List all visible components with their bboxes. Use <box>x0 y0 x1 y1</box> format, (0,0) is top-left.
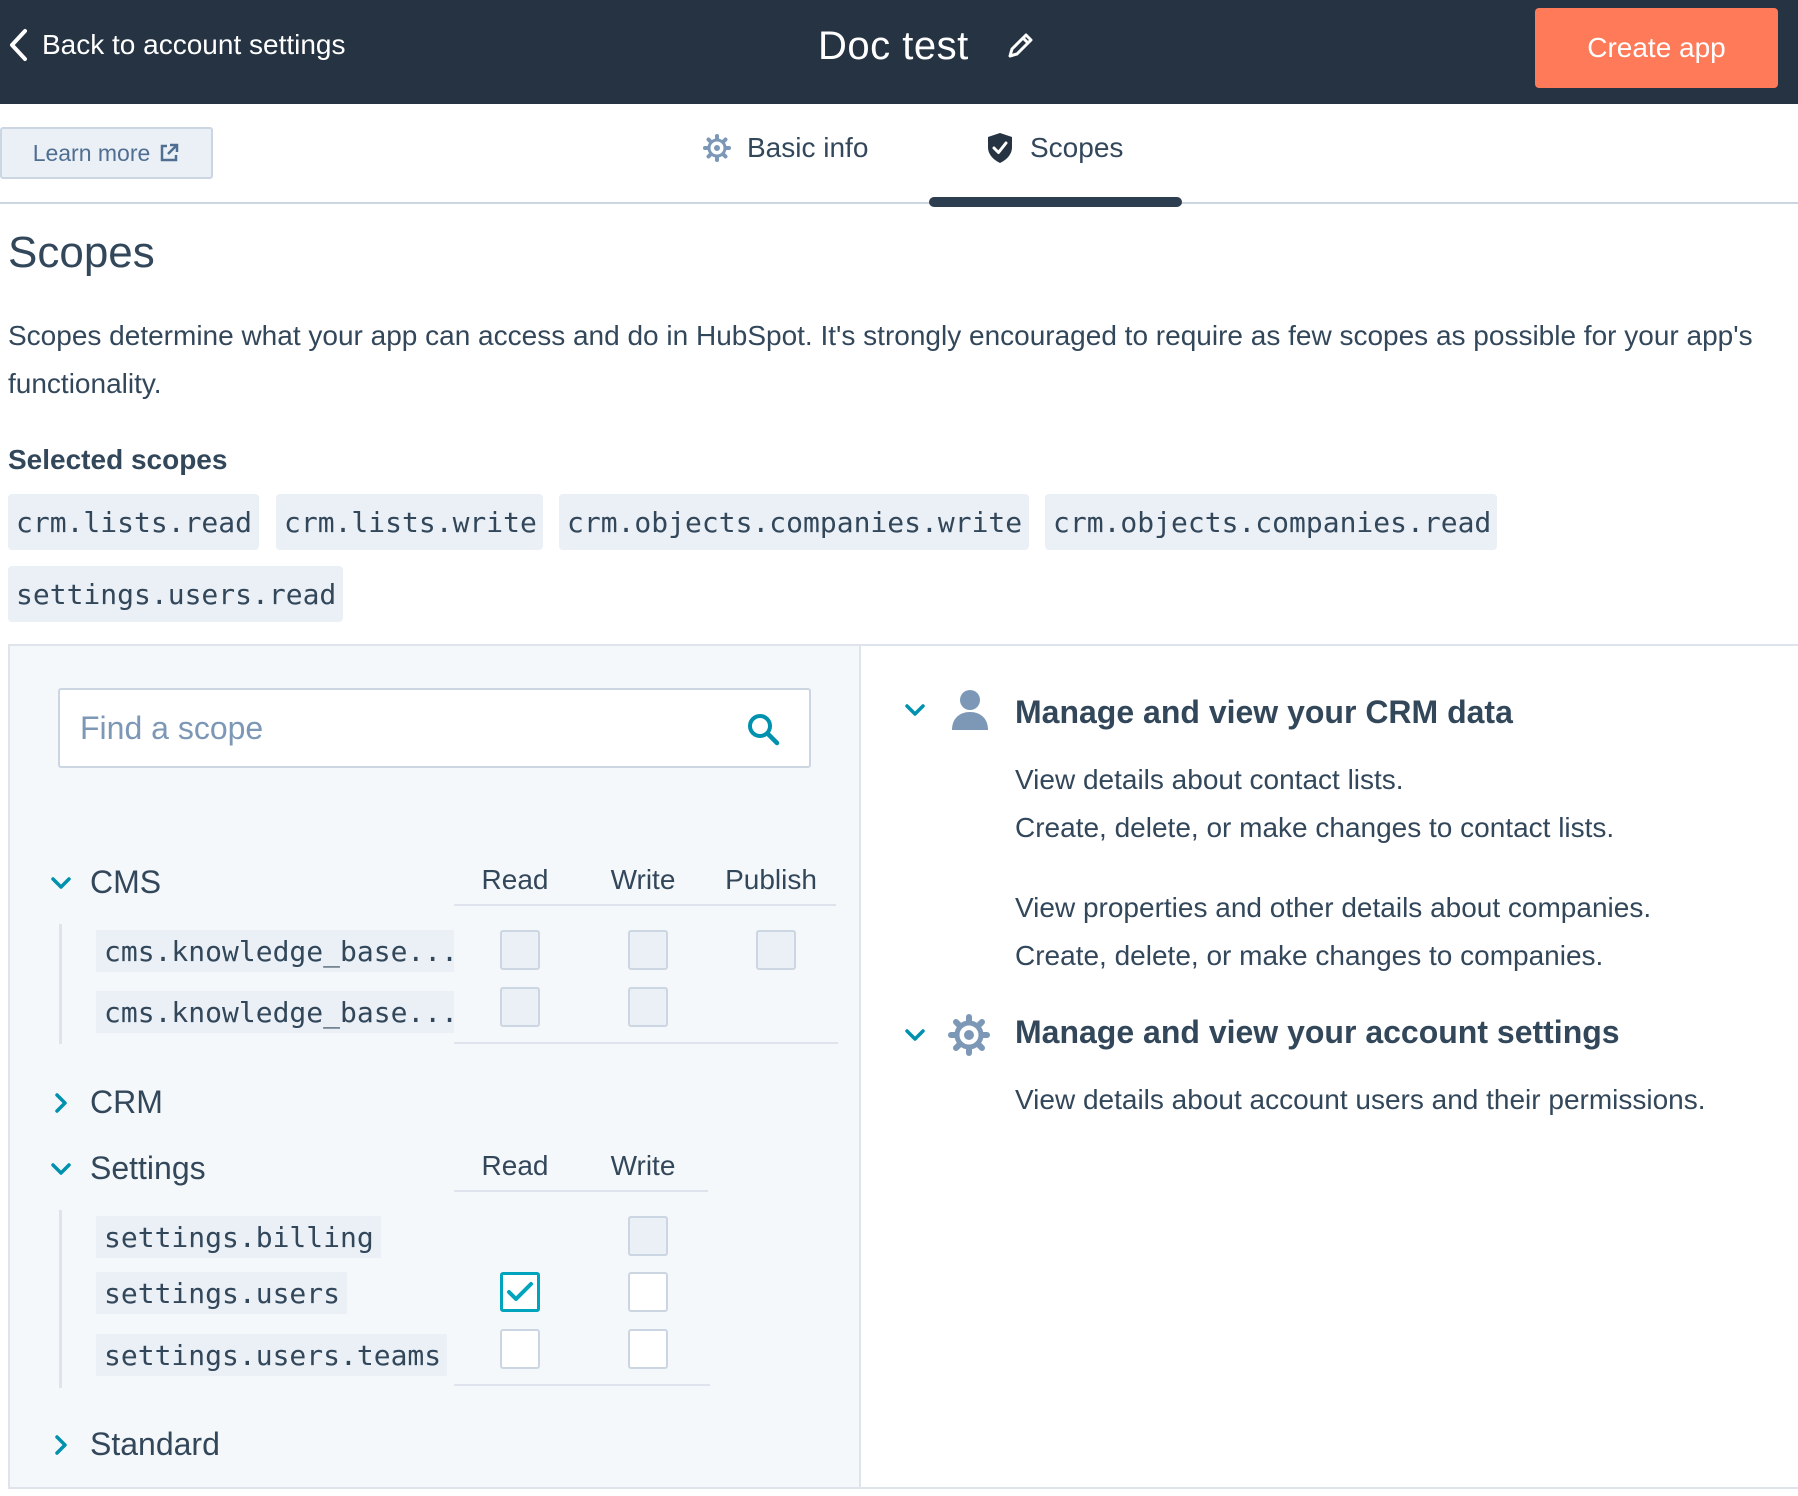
column-header-read: Read <box>481 1150 549 1181</box>
permission-description: Create, delete, or make changes to compa… <box>1015 940 1604 971</box>
learn-more-button[interactable]: Learn more <box>0 127 213 179</box>
chevron-down-icon[interactable] <box>904 1028 926 1042</box>
scope-checkbox-write[interactable] <box>628 987 668 1027</box>
section-bottom-rule <box>454 1384 710 1386</box>
column-header-write: Write <box>610 864 676 895</box>
external-link-icon <box>161 143 179 162</box>
active-tab-indicator <box>929 197 1182 207</box>
section-label: Settings <box>90 1150 206 1186</box>
scope-name: settings.billing <box>96 1216 381 1258</box>
permission-title-crm: Manage and view your CRM data <box>1015 694 1513 730</box>
panel-divider <box>861 644 1798 646</box>
section-toggle-cms[interactable]: CMS <box>50 864 161 901</box>
section-toggle-standard[interactable]: Standard <box>50 1426 220 1463</box>
scope-checkbox-write[interactable] <box>628 1329 668 1369</box>
section-label: CRM <box>90 1084 163 1120</box>
create-app-button[interactable]: Create app <box>1535 8 1778 88</box>
selected-scope-chip: crm.objects.companies.read <box>1045 494 1497 550</box>
scope-name: settings.users.teams <box>96 1334 447 1376</box>
scope-checkbox-read[interactable] <box>500 1329 540 1369</box>
search-icon[interactable] <box>746 712 782 748</box>
tab-basic-info-label: Basic info <box>747 132 869 163</box>
selected-scopes-label: Selected scopes <box>8 444 228 475</box>
column-header-write: Write <box>610 1150 676 1181</box>
learn-more-label: Learn more <box>32 139 151 166</box>
selected-scope-chip: settings.users.read <box>8 566 343 622</box>
top-bar: Back to account settings Doc test Create… <box>0 0 1798 104</box>
gear-icon <box>948 1014 990 1056</box>
scope-checkbox-read[interactable] <box>500 930 540 970</box>
panel-bottom-rule <box>8 1487 1798 1489</box>
scope-checkbox-write[interactable] <box>628 1272 668 1312</box>
column-header-publish: Publish <box>725 864 817 895</box>
scope-checkbox-write[interactable] <box>628 1216 668 1256</box>
scope-name: cms.knowledge_base.... <box>96 930 454 972</box>
scope-search-box <box>58 688 811 768</box>
scope-name: cms.knowledge_base.... <box>96 991 454 1033</box>
tab-basic-info[interactable]: Basic info <box>703 132 868 164</box>
chevron-down-icon <box>51 1162 71 1175</box>
scope-name: settings.users <box>96 1272 347 1314</box>
section-bottom-rule <box>454 1042 838 1044</box>
section-toggle-crm[interactable]: CRM <box>50 1084 163 1121</box>
scope-checkbox-read-checked[interactable] <box>500 1272 540 1312</box>
page-title: Scopes <box>8 228 155 277</box>
tab-scopes[interactable]: Scopes <box>986 132 1123 164</box>
permission-description: Create, delete, or make changes to conta… <box>1015 812 1615 843</box>
shield-icon <box>988 133 1012 163</box>
chevron-down-icon[interactable] <box>904 703 926 717</box>
tab-scopes-label: Scopes <box>1030 132 1124 163</box>
section-toggle-settings[interactable]: Settings <box>50 1150 206 1187</box>
selected-scope-chip: crm.lists.read <box>8 494 259 550</box>
chevron-right-icon <box>55 1434 67 1455</box>
checkmark-icon <box>507 1282 533 1301</box>
scope-checkbox-publish[interactable] <box>756 930 796 970</box>
permission-description: View properties and other details about … <box>1015 892 1652 923</box>
section-label: Standard <box>90 1426 220 1462</box>
scope-checkbox-read[interactable] <box>500 987 540 1027</box>
pencil-icon[interactable] <box>1006 30 1036 65</box>
chevron-down-icon <box>51 876 71 889</box>
column-header-rule <box>454 904 836 906</box>
app-title: Doc test <box>818 24 969 68</box>
scope-checkbox-write[interactable] <box>628 930 668 970</box>
user-icon <box>952 690 988 730</box>
back-to-account-settings-link[interactable]: Back to account settings <box>8 28 346 62</box>
scope-search-input[interactable] <box>80 690 740 766</box>
section-guide-line <box>59 924 62 1044</box>
back-link-label: Back to account settings <box>42 29 346 60</box>
permission-group-account[interactable] <box>904 1014 990 1056</box>
section-guide-line <box>59 1210 62 1388</box>
permission-group-crm[interactable] <box>904 688 990 732</box>
selected-scope-chip: crm.objects.companies.write <box>559 494 1029 550</box>
column-header-rule <box>454 1190 708 1192</box>
tab-divider <box>0 202 1798 204</box>
column-header-read: Read <box>481 864 549 895</box>
gear-icon <box>703 134 731 162</box>
permission-title-account: Manage and view your account settings <box>1015 1014 1620 1050</box>
page-description: Scopes determine what your app can acces… <box>8 320 1753 399</box>
permission-description: View details about contact lists. <box>1015 764 1404 795</box>
section-label: CMS <box>90 864 162 900</box>
chevron-right-icon <box>55 1092 67 1113</box>
permission-description: View details about account users and the… <box>1015 1084 1706 1115</box>
chevron-left-icon <box>10 29 27 61</box>
selected-scope-chip: crm.lists.write <box>276 494 543 550</box>
